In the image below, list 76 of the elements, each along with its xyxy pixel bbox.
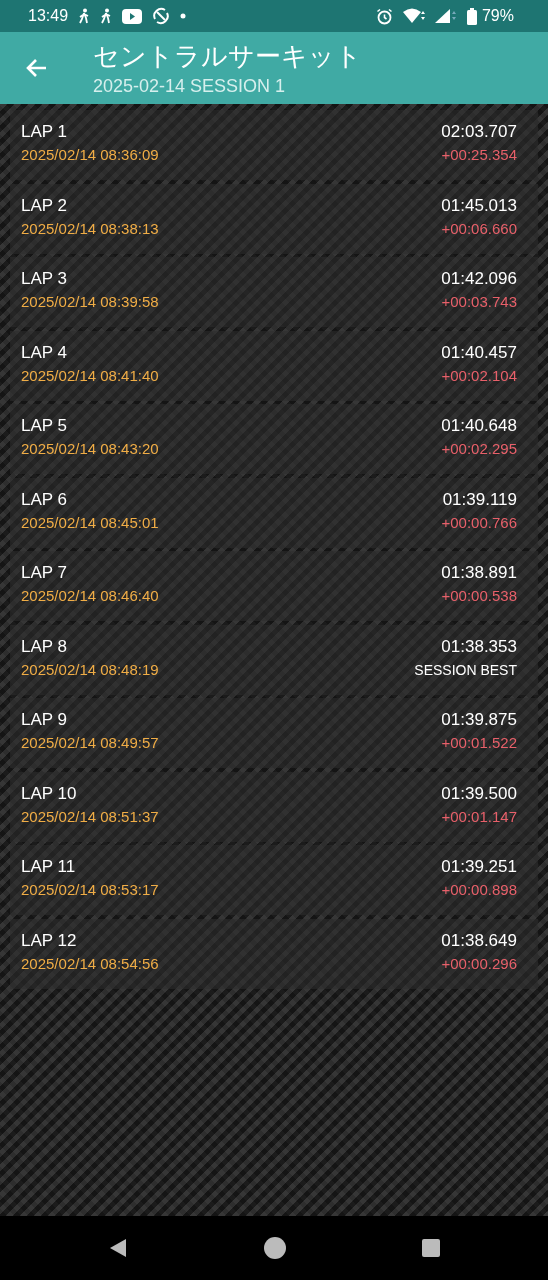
lap-card[interactable]: LAP 6 01:39.119 2025/02/14 08:45:01 +00:00.766 bbox=[10, 477, 538, 548]
lap-card[interactable]: LAP 3 01:42.096 2025/02/14 08:39:58 +00:03.743 bbox=[10, 257, 538, 327]
sync-icon bbox=[152, 7, 171, 25]
lap-name: LAP 1 bbox=[21, 122, 68, 142]
lap-name: LAP 4 bbox=[21, 342, 68, 363]
lap-card[interactable]: LAP 9 01:39.875 2025/02/14 08:49:57 +00:01.522 bbox=[10, 698, 538, 768]
lap-time: 01:40.648 bbox=[441, 416, 517, 436]
lap-name: LAP 10 bbox=[21, 783, 78, 804]
lap-time: 01:39.251 bbox=[441, 857, 517, 877]
lap-timestamp: 2025/02/14 08:46:40 bbox=[21, 586, 160, 606]
lap-card[interactable]: LAP 11 01:39.251 2025/02/14 08:53:17 +00:00.898 bbox=[10, 845, 538, 915]
time-difference: +00:00.538 bbox=[441, 586, 517, 606]
lap-timestamp: 2025/02/14 08:54:56 bbox=[21, 953, 160, 974]
lap-name: LAP 2 bbox=[21, 195, 68, 216]
circuit-title: セントラルサーキット bbox=[93, 39, 362, 72]
session-subtitle: 2025-02-14 SESSION 1 bbox=[93, 74, 287, 97]
lap-name: LAP 9 bbox=[21, 710, 68, 730]
lap-timestamp: 2025/02/14 08:48:19 bbox=[21, 659, 160, 680]
lap-time: 01:39.119 bbox=[441, 489, 517, 510]
recents-square-icon bbox=[422, 1239, 440, 1257]
lap-card[interactable]: LAP 12 01:38.649 2025/02/14 08:54:56 +00:00.296 bbox=[10, 918, 538, 989]
lap-card[interactable]: LAP 8 01:38.353 2025/02/14 08:48:19 SESSION BEST bbox=[10, 624, 538, 695]
wifi-icon bbox=[402, 8, 425, 24]
lap-timestamp: 2025/02/14 08:51:37 bbox=[21, 806, 160, 827]
lap-timestamp: 2025/02/14 08:41:40 bbox=[21, 365, 160, 386]
lap-name: LAP 8 bbox=[21, 636, 68, 657]
battery-icon bbox=[466, 7, 477, 25]
lap-name: LAP 6 bbox=[21, 489, 68, 510]
lap-timestamp: 2025/02/14 08:38:13 bbox=[21, 218, 160, 239]
lap-time: 01:38.891 bbox=[441, 563, 517, 583]
lap-card[interactable]: LAP 5 01:40.648 2025/02/14 08:43:20 +00:02.295 bbox=[10, 404, 538, 474]
lap-time: 01:38.649 bbox=[441, 930, 517, 951]
lap-card[interactable]: LAP 2 01:45.013 2025/02/14 08:38:13 +00:06.660 bbox=[10, 183, 538, 254]
lap-timestamp: 2025/02/14 08:49:57 bbox=[21, 733, 160, 753]
walking-person-icon bbox=[78, 8, 91, 24]
time-difference: +00:03.743 bbox=[441, 292, 517, 312]
lap-name: LAP 5 bbox=[21, 416, 68, 436]
lap-card[interactable]: LAP 10 01:39.500 2025/02/14 08:51:37 +00:01.147 bbox=[10, 771, 538, 842]
time-difference: +00:00.766 bbox=[441, 512, 517, 533]
time-difference: +00:00.898 bbox=[441, 880, 517, 900]
back-triangle-icon bbox=[108, 1238, 128, 1258]
lap-timestamp: 2025/02/14 08:36:09 bbox=[21, 145, 160, 165]
lap-timestamp: 2025/02/14 08:39:58 bbox=[21, 292, 160, 312]
lap-name: LAP 11 bbox=[21, 857, 77, 877]
lap-time: 01:39.875 bbox=[441, 710, 517, 730]
lap-timestamp: 2025/02/14 08:53:17 bbox=[21, 880, 160, 900]
battery-percentage: 79% bbox=[481, 7, 514, 25]
time-difference: +00:00.296 bbox=[441, 953, 517, 974]
time-difference: +00:25.354 bbox=[441, 145, 517, 165]
lap-timestamp: 2025/02/14 08:43:20 bbox=[21, 439, 160, 459]
lap-timestamp: 2025/02/14 08:45:01 bbox=[21, 512, 160, 533]
clock-time: 13:49 bbox=[28, 7, 69, 25]
time-difference: +00:02.104 bbox=[441, 365, 517, 386]
time-difference: +00:01.147 bbox=[441, 806, 517, 827]
lap-time: 01:45.013 bbox=[441, 195, 517, 216]
lap-time: 01:40.457 bbox=[441, 342, 517, 363]
lap-time: 01:42.096 bbox=[441, 269, 517, 289]
home-circle-icon bbox=[264, 1237, 286, 1259]
lap-name: LAP 3 bbox=[21, 269, 68, 289]
lap-time: 01:39.500 bbox=[441, 783, 517, 804]
alarm-icon bbox=[375, 7, 393, 25]
dot-icon bbox=[180, 13, 187, 19]
walking-person-icon bbox=[100, 8, 113, 24]
session-best-label: SESSION BEST bbox=[414, 660, 517, 680]
lap-name: LAP 7 bbox=[21, 563, 68, 583]
play-icon bbox=[122, 8, 143, 24]
lap-card[interactable]: LAP 1 02:03.707 2025/02/14 08:36:09 +00:25.354 bbox=[10, 110, 538, 180]
lap-time: 01:38.353 bbox=[440, 636, 517, 657]
time-difference: +00:01.522 bbox=[441, 733, 517, 753]
time-difference: +00:02.295 bbox=[441, 439, 517, 459]
lap-card[interactable]: LAP 7 01:38.891 2025/02/14 08:46:40 +00:00.538 bbox=[10, 551, 538, 621]
signal-icon bbox=[434, 8, 457, 24]
time-difference: +00:06.660 bbox=[441, 218, 517, 239]
lap-card[interactable]: LAP 4 01:40.457 2025/02/14 08:41:40 +00:02.104 bbox=[10, 330, 538, 401]
lap-time: 02:03.707 bbox=[441, 122, 517, 142]
lap-name: LAP 12 bbox=[21, 930, 78, 951]
